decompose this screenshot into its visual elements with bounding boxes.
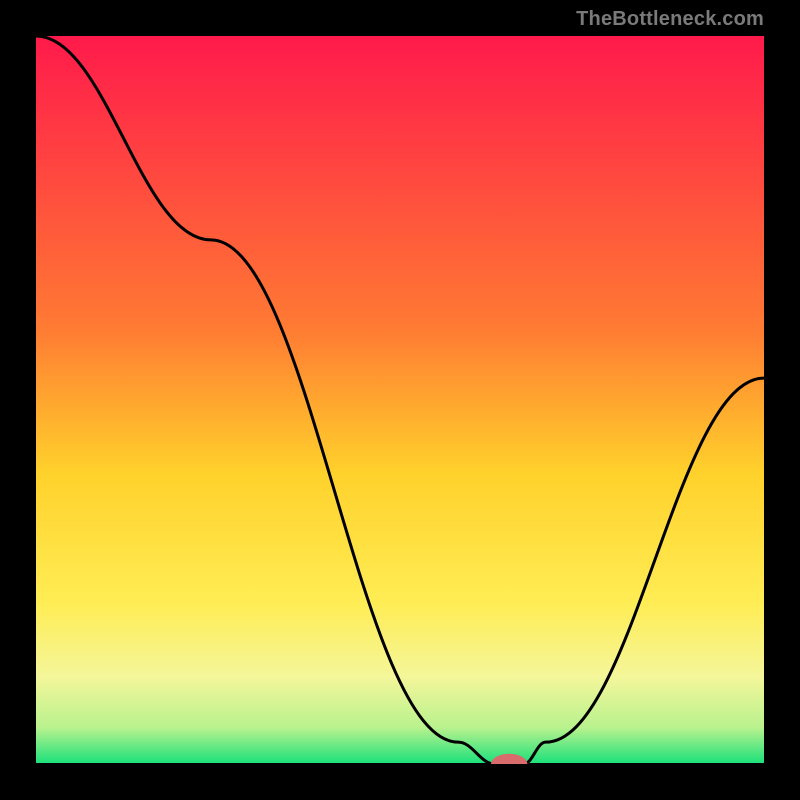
chart-frame: TheBottleneck.com	[0, 0, 800, 800]
watermark-text: TheBottleneck.com	[576, 8, 764, 31]
gradient-background	[36, 36, 764, 764]
plot-area	[36, 36, 764, 764]
chart-svg	[36, 36, 764, 764]
